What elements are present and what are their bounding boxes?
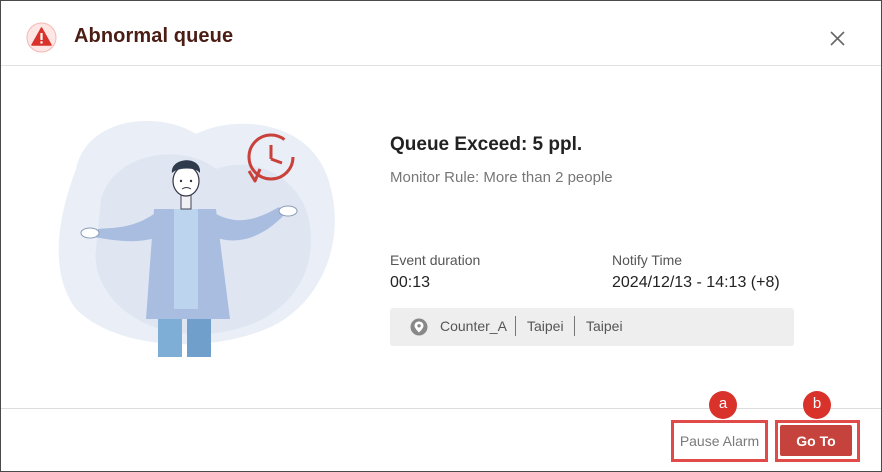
location-pin-icon (410, 318, 428, 336)
event-duration-label: Event duration (390, 252, 481, 268)
notify-time-label: Notify Time (612, 252, 683, 268)
close-icon[interactable] (827, 28, 847, 48)
annotation-marker-b: b (803, 391, 831, 419)
notify-time-value: 2024/12/13 - 14:13 (+8) (612, 274, 780, 291)
abnormal-queue-dialog: Abnormal queue Queue Exceed: 5 ppl. Moni… (0, 0, 882, 472)
queue-exceed-heading: Queue Exceed: 5 ppl. (390, 134, 583, 155)
dialog-header: Abnormal queue (1, 1, 881, 66)
warning-triangle-icon (26, 22, 57, 53)
location-city: Taipei (527, 318, 564, 334)
location-region: Taipei (586, 318, 623, 334)
monitor-rule-text: Monitor Rule: More than 2 people (390, 169, 613, 186)
pause-alarm-button[interactable]: Pause Alarm (675, 424, 764, 458)
location-divider (515, 316, 516, 336)
location-counter: Counter_A (440, 318, 507, 334)
confused-person-illustration (58, 120, 335, 357)
go-to-button[interactable]: Go To (780, 425, 852, 456)
annotation-marker-a: a (709, 391, 737, 419)
dialog-title: Abnormal queue (74, 25, 234, 47)
event-duration-value: 00:13 (390, 274, 431, 291)
location-divider (574, 316, 575, 336)
location-bar: Counter_A Taipei Taipei (390, 308, 794, 346)
